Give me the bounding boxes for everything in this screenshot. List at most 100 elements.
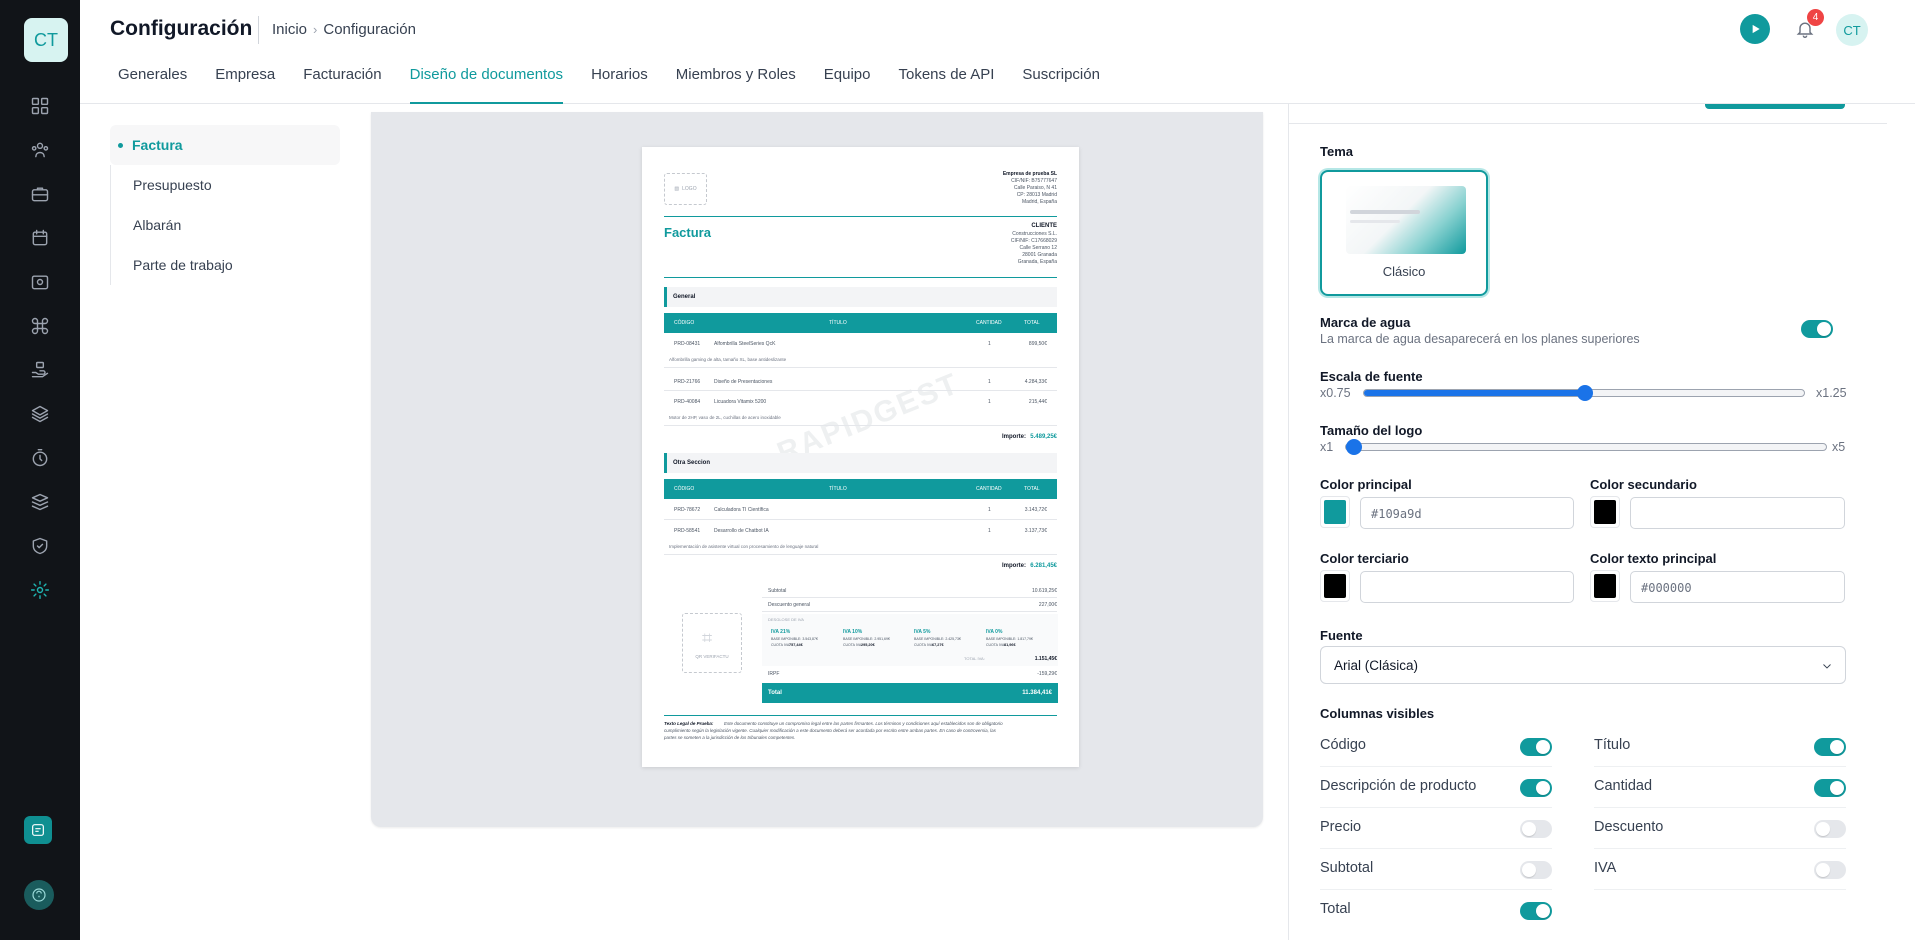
row-description: Alfombrilla gaming de alta, tamaño XL, b…	[669, 357, 787, 362]
column-name: Descripción de producto	[1320, 778, 1477, 794]
user-profile-icon[interactable]	[24, 880, 54, 910]
play-tutorial-button[interactable]	[1740, 14, 1770, 44]
row-description: Motor de 2HP, vaso de 2L, cuchillas de a…	[669, 415, 781, 420]
logo-placeholder-label: LOGO	[682, 186, 697, 192]
color-terciario-swatch[interactable]	[1320, 570, 1350, 602]
column-name: Total	[1320, 901, 1351, 917]
column-toggle-descuento[interactable]	[1814, 820, 1846, 838]
row-code: PRD-40084	[674, 399, 701, 405]
tab-generales[interactable]: Generales	[118, 64, 187, 104]
tax-heading: DESGLOSE DE IVA	[768, 617, 804, 622]
calendar-icon[interactable]	[28, 226, 52, 250]
qr-code-icon: ⌗	[702, 628, 713, 648]
notification-badge: 4	[1807, 9, 1824, 26]
column-toggle-codigo[interactable]	[1520, 738, 1552, 756]
users-icon[interactable]	[28, 138, 52, 162]
tab-suscripcion[interactable]: Suscripción	[1022, 64, 1100, 104]
tax-base: BASE IMPONIBLE: 2.951,69€	[843, 637, 890, 641]
tax-cuota-label: CUOTA IVA:	[771, 643, 791, 647]
row-total: 899,50€	[1028, 341, 1047, 347]
tab-diseno-documentos[interactable]: Diseño de documentos	[409, 64, 564, 104]
irpf-label: IRPF	[768, 671, 780, 677]
column-toggle-subtotal[interactable]	[1520, 861, 1552, 879]
company-line: Madrid, España	[1021, 199, 1057, 205]
doc-type-parte-trabajo[interactable]: Parte de trabajo	[110, 245, 340, 285]
breadcrumb-current: Configuración	[323, 21, 416, 38]
column-toggle-cantidad[interactable]	[1814, 779, 1846, 797]
top-header: Configuración Inicio › Configuración 4 C…	[80, 0, 1915, 104]
app-logo[interactable]: CT	[24, 18, 68, 62]
dashboard-grid-icon[interactable]	[28, 94, 52, 118]
doc-type-presupuesto[interactable]: Presupuesto	[110, 165, 340, 205]
column-toggle-total[interactable]	[1520, 902, 1552, 920]
client-line: Calle Serrano 12	[1019, 245, 1057, 251]
header-divider	[258, 16, 259, 44]
tab-empresa[interactable]: Empresa	[215, 64, 275, 104]
breadcrumb-home-link[interactable]: Inicio	[272, 21, 307, 38]
color-texto-label: Color texto principal	[1590, 551, 1717, 566]
watermark-toggle[interactable]	[1801, 320, 1833, 338]
shield-check-icon[interactable]	[28, 534, 52, 558]
logo-size-min: x1	[1320, 440, 1334, 454]
tab-tokens-api[interactable]: Tokens de API	[899, 64, 995, 104]
summary-value: 10.619,25€	[1031, 588, 1057, 594]
section-heading: General	[664, 287, 1057, 307]
camera-icon[interactable]	[28, 270, 52, 294]
theme-option-clasico[interactable]: Clásico	[1320, 170, 1488, 296]
row-qty: 1	[988, 528, 991, 534]
column-row: Código	[1320, 726, 1552, 767]
column-toggle-iva[interactable]	[1814, 861, 1846, 879]
color-secundario-input[interactable]	[1630, 497, 1845, 529]
sidebar: CT	[0, 0, 80, 940]
row-code: PRD-08431	[674, 341, 701, 347]
row-qty: 1	[988, 379, 991, 385]
font-scale-min: x0.75	[1320, 386, 1351, 400]
briefcase-icon[interactable]	[28, 182, 52, 206]
logo-size-knob[interactable]	[1346, 439, 1362, 455]
chevron-right-icon: ›	[313, 22, 318, 37]
doc-type-albaran[interactable]: Albarán	[110, 205, 340, 245]
col-header-codigo: CÓDIGO	[674, 320, 695, 326]
color-terciario-input[interactable]	[1360, 571, 1574, 603]
client-rule	[664, 277, 1057, 278]
column-toggle-precio[interactable]	[1520, 820, 1552, 838]
qr-label: QR VERIFACTU	[695, 654, 729, 659]
logo-size-max: x5	[1832, 440, 1846, 454]
logo-size-slider[interactable]	[1345, 439, 1827, 455]
font-select[interactable]: Arial (Clásica)	[1320, 646, 1846, 684]
stack-icon[interactable]	[28, 490, 52, 514]
color-principal-swatch[interactable]	[1320, 496, 1350, 528]
font-scale-slider[interactable]	[1363, 385, 1805, 401]
column-row: Descripción de producto	[1320, 767, 1552, 808]
column-toggle-titulo[interactable]	[1814, 738, 1846, 756]
tab-facturacion[interactable]: Facturación	[303, 64, 381, 104]
color-secundario-swatch[interactable]	[1590, 496, 1620, 528]
tab-equipo[interactable]: Equipo	[824, 64, 871, 104]
tab-horarios[interactable]: Horarios	[591, 64, 648, 104]
user-avatar[interactable]: CT	[1836, 14, 1868, 46]
row-description: Implementación de asistente virtual con …	[669, 544, 819, 549]
timer-icon[interactable]	[28, 446, 52, 470]
save-button[interactable]	[1705, 104, 1845, 109]
breadcrumb: Inicio › Configuración	[272, 21, 416, 38]
column-toggle-descripcion[interactable]	[1520, 779, 1552, 797]
row-title: Diseño de Presentaciones	[714, 379, 773, 385]
summary-label: Subtotal	[768, 588, 787, 594]
column-row: Cantidad	[1594, 767, 1846, 808]
logo-placeholder: ▨ LOGO	[664, 173, 707, 205]
color-texto-input[interactable]: #000000	[1630, 571, 1845, 603]
command-icon[interactable]	[28, 314, 52, 338]
column-name: Título	[1594, 737, 1631, 753]
gear-icon[interactable]	[28, 578, 52, 602]
row-title: Desarrollo de Chatbot IA	[714, 528, 769, 534]
layers-icon[interactable]	[28, 402, 52, 426]
font-scale-fill	[1364, 390, 1585, 396]
font-scale-knob[interactable]	[1577, 385, 1593, 401]
hand-stack-icon[interactable]	[28, 358, 52, 382]
color-principal-input[interactable]: #109a9d	[1360, 497, 1574, 529]
table-header: CÓDIGO TÍTULO CANTIDAD TOTAL	[664, 313, 1057, 333]
support-chat-icon[interactable]	[24, 816, 52, 844]
color-texto-swatch[interactable]	[1590, 570, 1620, 602]
doc-type-factura[interactable]: Factura	[110, 125, 340, 165]
tab-miembros-roles[interactable]: Miembros y Roles	[676, 64, 796, 104]
